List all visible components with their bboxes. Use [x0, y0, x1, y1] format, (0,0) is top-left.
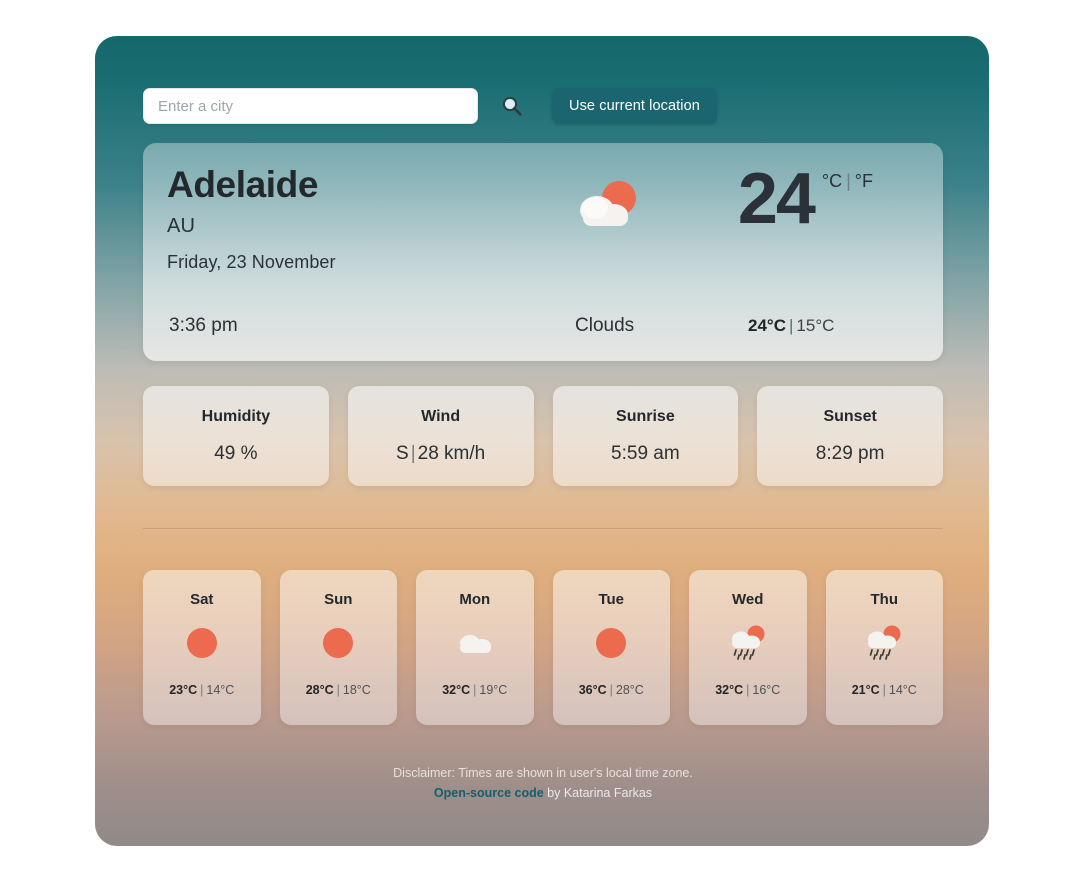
stat-card-humidity: Humidity 49 % [143, 386, 329, 486]
forecast-temps: 28°C | 18°C [306, 683, 371, 697]
current-time: 3:36 pm [169, 315, 238, 336]
forecast-temps: 21°C | 14°C [852, 683, 917, 697]
temperature-block: 24 °C | °F [737, 159, 873, 239]
forecast-high: 23°C [169, 683, 198, 697]
forecast-day: Sat [190, 591, 214, 608]
current-weather-card: Adelaide AU Friday, 23 November 24 °C | °F… [143, 143, 943, 361]
low-temp: 15°C [796, 316, 835, 335]
search-input[interactable] [143, 88, 478, 124]
app-content: Use current location Adelaide AU Friday,… [143, 88, 943, 804]
forecast-temps: 23°C | 14°C [169, 683, 234, 697]
forecast-low: 14°C [206, 683, 235, 697]
forecast-card: Wed 32°C | 16°C [689, 570, 807, 725]
wind-separator: | [410, 442, 416, 464]
forecast-temps: 36°C | 28°C [579, 683, 644, 697]
sun-behind-cloud-icon [580, 181, 636, 226]
high-temp: 24°C [748, 316, 786, 335]
forecast-card: Sat 23°C | 14°C [143, 570, 261, 725]
forecast-temps: 32°C | 19°C [442, 683, 507, 697]
temperature-value: 24 [737, 159, 816, 239]
forecast-card: Sun 28°C | 18°C [279, 570, 397, 725]
cloud-icon [453, 625, 497, 661]
stat-label: Sunrise [616, 407, 675, 425]
use-current-location-button[interactable]: Use current location [552, 88, 717, 124]
forecast-day: Sun [324, 591, 353, 608]
forecast-temps: 32°C | 16°C [715, 683, 780, 697]
stats-row: Humidity 49 % Wind S | 28 km/h Sunrise 5:5… [143, 386, 943, 486]
forecast-high: 21°C [851, 683, 880, 697]
forecast-separator: | [473, 683, 477, 697]
forecast-high: 28°C [305, 683, 334, 697]
unit-toggle[interactable]: °C | °F [822, 171, 873, 192]
stat-value: S | 28 km/h [396, 443, 485, 465]
weather-app-container: Use current location Adelaide AU Friday,… [95, 36, 989, 846]
weather-condition: Clouds [575, 315, 635, 336]
sun-rain-cloud-icon [726, 625, 770, 661]
sun-icon [589, 625, 633, 661]
unit-fahrenheit[interactable]: °F [855, 171, 873, 191]
forecast-separator: | [200, 683, 204, 697]
forecast-separator: | [882, 683, 886, 697]
credit-suffix: by Katarina Farkas [543, 786, 653, 801]
search-icon [502, 96, 522, 116]
forecast-card: Tue 36°C | 28°C [552, 570, 670, 725]
forecast-day: Wed [732, 591, 764, 608]
stat-label: Sunset [823, 407, 877, 425]
wind-speed: 28 km/h [417, 442, 486, 464]
forecast-row: Sat 23°C | 14°C Sun 28°C | 18°C Mon 32°C… [143, 570, 943, 725]
hilo-separator: | [788, 316, 794, 335]
footer: Disclaimer: Times are shown in user's lo… [143, 763, 943, 804]
forecast-low: 16°C [752, 683, 781, 697]
open-source-code-link[interactable]: Open-source code [434, 786, 544, 800]
stat-label: Wind [421, 407, 461, 425]
stat-value: 8:29 pm [815, 442, 885, 464]
search-bar: Use current location [143, 88, 943, 124]
wind-direction: S [396, 442, 409, 464]
sun-icon [180, 625, 224, 661]
unit-celsius[interactable]: °C [822, 171, 842, 191]
forecast-card: Mon 32°C | 19°C [416, 570, 534, 725]
forecast-low: 19°C [479, 683, 508, 697]
forecast-high: 32°C [442, 683, 471, 697]
sun-rain-cloud-icon [862, 625, 906, 661]
forecast-low: 18°C [342, 683, 371, 697]
stat-value: 49 % [214, 442, 258, 464]
credit-line: Open-source code by Katarina Farkas [143, 783, 943, 803]
forecast-card: Thu 21°C | 14°C [825, 570, 943, 725]
high-low-temperature: 24°C | 15°C [748, 316, 834, 336]
stat-card-wind: Wind S | 28 km/h [347, 386, 534, 486]
forecast-day: Tue [598, 591, 625, 608]
forecast-day: Thu [870, 591, 899, 608]
forecast-separator: | [609, 683, 613, 697]
forecast-high: 32°C [715, 683, 744, 697]
forecast-low: 28°C [615, 683, 644, 697]
forecast-separator: | [336, 683, 340, 697]
search-button[interactable] [488, 88, 536, 124]
disclaimer-text: Disclaimer: Times are shown in user's lo… [393, 766, 693, 780]
stat-card-sunrise: Sunrise 5:59 am [552, 386, 739, 486]
current-date: Friday, 23 November [167, 252, 336, 273]
unit-separator: | [846, 171, 851, 191]
section-divider [143, 528, 943, 529]
forecast-low: 14°C [888, 683, 917, 697]
stat-value: 5:59 am [611, 442, 680, 464]
stat-label: Humidity [201, 407, 271, 425]
sun-icon [316, 625, 360, 661]
forecast-separator: | [746, 683, 750, 697]
forecast-day: Mon [459, 591, 491, 608]
forecast-high: 36°C [578, 683, 607, 697]
stat-card-sunset: Sunset 8:29 pm [757, 386, 943, 486]
